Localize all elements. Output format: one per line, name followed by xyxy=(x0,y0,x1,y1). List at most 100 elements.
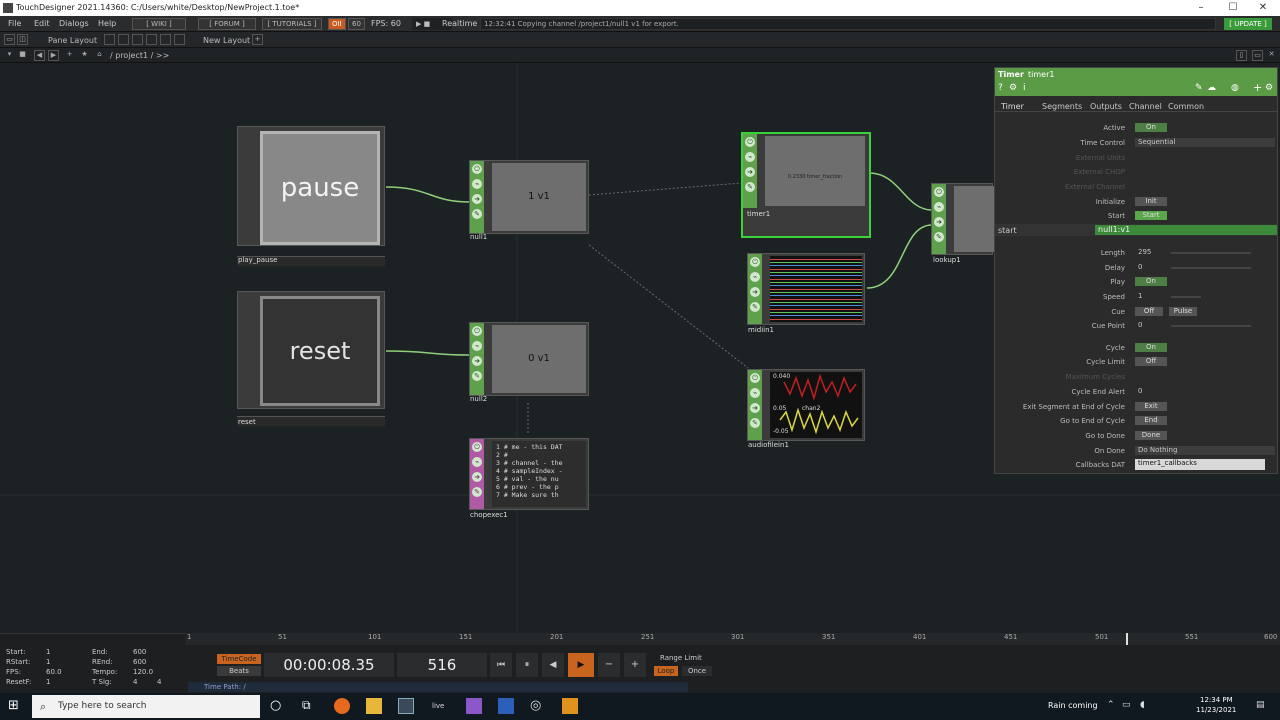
task-view-icon[interactable]: ⧉ xyxy=(302,698,318,714)
pane-options-icon[interactable]: ▭ xyxy=(1252,50,1263,61)
time-display[interactable]: 00:00:08.35 xyxy=(264,653,394,677)
resetf-value[interactable]: 1 xyxy=(46,678,50,686)
info-icon[interactable]: i xyxy=(1023,83,1026,93)
play-reverse-icon[interactable]: ◀ xyxy=(542,653,564,677)
python-icon[interactable]: ⚙ xyxy=(1009,83,1017,93)
star-icon[interactable]: ★ xyxy=(79,50,90,61)
rstart-value[interactable]: 1 xyxy=(46,658,50,666)
forward-icon[interactable]: ▶ xyxy=(48,50,59,61)
cycle-end-alert-field[interactable]: 0 xyxy=(1135,387,1165,396)
update-button[interactable]: [ UPDATE ] xyxy=(1224,18,1272,30)
node-midiin1[interactable]: ⏻ ⌁ ➜ ✎ xyxy=(747,253,865,325)
loop-toggle[interactable]: Loop xyxy=(654,666,678,676)
button-viewer-pause[interactable]: pause xyxy=(260,131,380,245)
ableton-live-icon[interactable]: live xyxy=(432,698,448,714)
node-null2[interactable]: ⏻ ⌁ ➜ ✎ 0 v1 xyxy=(469,322,589,396)
help-icon[interactable]: ? xyxy=(998,83,1003,93)
tempo-value[interactable]: 120.0 xyxy=(133,668,153,676)
chrome-icon[interactable]: ◎ xyxy=(530,698,546,714)
delay-field[interactable]: 0 xyxy=(1135,263,1165,272)
rewind-icon[interactable]: ⏮ xyxy=(490,653,512,677)
tsig-value2[interactable]: 4 xyxy=(157,678,161,686)
volume-icon[interactable]: ◖ xyxy=(1140,700,1145,710)
export-path-field[interactable]: null1:v1 xyxy=(1095,225,1277,235)
tray-chevron-icon[interactable]: ⌃ xyxy=(1107,700,1115,710)
speed-field[interactable]: 1 xyxy=(1135,292,1165,301)
back-icon[interactable]: ◀ xyxy=(34,50,45,61)
end-button[interactable]: End xyxy=(1135,416,1167,425)
active-toggle[interactable]: On xyxy=(1135,123,1167,132)
start-button[interactable]: Start xyxy=(1135,211,1167,220)
step-back-icon[interactable]: − xyxy=(598,653,620,677)
init-button[interactable]: Init xyxy=(1135,197,1167,206)
visual-studio-icon[interactable] xyxy=(466,698,482,714)
forum-button[interactable]: [ FORUM ] xyxy=(198,18,256,30)
node-reset[interactable]: reset xyxy=(237,291,385,409)
menu-dialogs[interactable]: Dialogs xyxy=(59,19,89,28)
add-icon[interactable]: + xyxy=(1253,81,1262,94)
play-toggle[interactable]: On xyxy=(1135,277,1167,286)
network-icon[interactable]: ▭ xyxy=(1122,700,1131,710)
weather-label[interactable]: Rain coming xyxy=(1048,701,1098,710)
node-timer1[interactable]: ⏻ ⌁ ➜ ✎ 0.2330 timer_fraction timer1 xyxy=(741,132,871,238)
once-toggle[interactable]: Once xyxy=(682,666,712,676)
button-viewer-reset[interactable]: reset xyxy=(260,296,380,406)
done-button[interactable]: Done xyxy=(1135,431,1167,440)
clock-date[interactable]: 11/23/2021 xyxy=(1196,706,1236,714)
end-value[interactable]: 600 xyxy=(133,648,146,656)
on-done-menu[interactable]: Do Nothing xyxy=(1135,446,1275,455)
layout1-icon[interactable] xyxy=(104,34,115,45)
cycle-toggle[interactable]: On xyxy=(1135,343,1167,352)
speed-slider[interactable] xyxy=(1171,296,1201,298)
pencil-icon[interactable]: ✎ xyxy=(1195,83,1203,93)
close-icon[interactable]: ✕ xyxy=(1248,1,1278,15)
home-icon[interactable]: ⌂ xyxy=(94,50,105,61)
op-name-label[interactable]: timer1 xyxy=(1028,70,1054,79)
layout5-icon[interactable] xyxy=(160,34,171,45)
timecode-toggle[interactable]: TimeCode xyxy=(217,654,261,664)
word-icon[interactable] xyxy=(498,698,514,714)
layout6-icon[interactable] xyxy=(174,34,185,45)
pause-icon[interactable]: ⏸ xyxy=(516,653,538,677)
clock-time[interactable]: 12:34 PM xyxy=(1200,696,1233,704)
file-explorer-icon[interactable] xyxy=(366,698,382,714)
tab-outputs[interactable]: Outputs xyxy=(1090,102,1122,111)
viewer-icon[interactable]: ▯ xyxy=(1236,50,1247,61)
network-path[interactable]: / project1 / >> xyxy=(110,51,169,60)
layout2-icon[interactable] xyxy=(118,34,129,45)
layout4-icon[interactable] xyxy=(146,34,157,45)
add-layout-icon[interactable]: + xyxy=(252,34,263,45)
start-value[interactable]: 1 xyxy=(46,648,50,656)
minimize-icon[interactable]: – xyxy=(1186,1,1216,15)
callbacks-dat-field[interactable]: timer1_callbacks xyxy=(1135,459,1265,470)
time-control-menu[interactable]: Sequential xyxy=(1135,138,1275,147)
windows-start-icon[interactable]: ⊞ xyxy=(8,698,24,714)
length-field[interactable]: 295 xyxy=(1135,248,1165,257)
time-path[interactable]: Time Path: / xyxy=(188,682,688,692)
menu-help[interactable]: Help xyxy=(98,19,116,28)
length-slider[interactable] xyxy=(1171,252,1251,254)
pane-close-icon[interactable]: ✕ xyxy=(1266,50,1277,61)
sixty-button[interactable]: 60 xyxy=(348,18,365,30)
rend-value[interactable]: 600 xyxy=(133,658,146,666)
step-forward-icon[interactable]: + xyxy=(624,653,646,677)
menu-file[interactable]: File xyxy=(8,19,21,28)
playhead[interactable] xyxy=(1126,633,1128,645)
pane-icon[interactable]: ▭ xyxy=(4,34,15,45)
fps-value[interactable]: 60.0 xyxy=(46,668,62,676)
realtime-label[interactable]: Realtime xyxy=(442,19,477,28)
layout3-icon[interactable] xyxy=(132,34,143,45)
split-icon[interactable]: ◫ xyxy=(17,34,28,45)
cue-point-field[interactable]: 0 xyxy=(1135,321,1165,330)
menu-edit[interactable]: Edit xyxy=(34,19,50,28)
tsig-value1[interactable]: 4 xyxy=(133,678,137,686)
node-lookup1[interactable]: ⏻ ⌁ ➜ ✎ xyxy=(931,183,994,255)
cue-toggle[interactable]: Off xyxy=(1135,307,1163,316)
node-chopexec1[interactable]: ⏻ ⌁ ➜ ✎ 1 # me - this DAT 2 # 3 # channel -… xyxy=(469,438,589,510)
tab-channel[interactable]: Channel xyxy=(1129,102,1162,111)
notifications-icon[interactable]: ▤ xyxy=(1256,700,1265,710)
cortana-icon[interactable]: ○ xyxy=(270,698,286,714)
node-audiofilein1[interactable]: ⏻ ⌁ ➜ ✎ 0.040 0.05 -0.05 chan2 xyxy=(747,369,865,441)
gear-icon[interactable]: ⚙ xyxy=(1265,83,1273,93)
cue-pulse-button[interactable]: Pulse xyxy=(1169,307,1197,316)
